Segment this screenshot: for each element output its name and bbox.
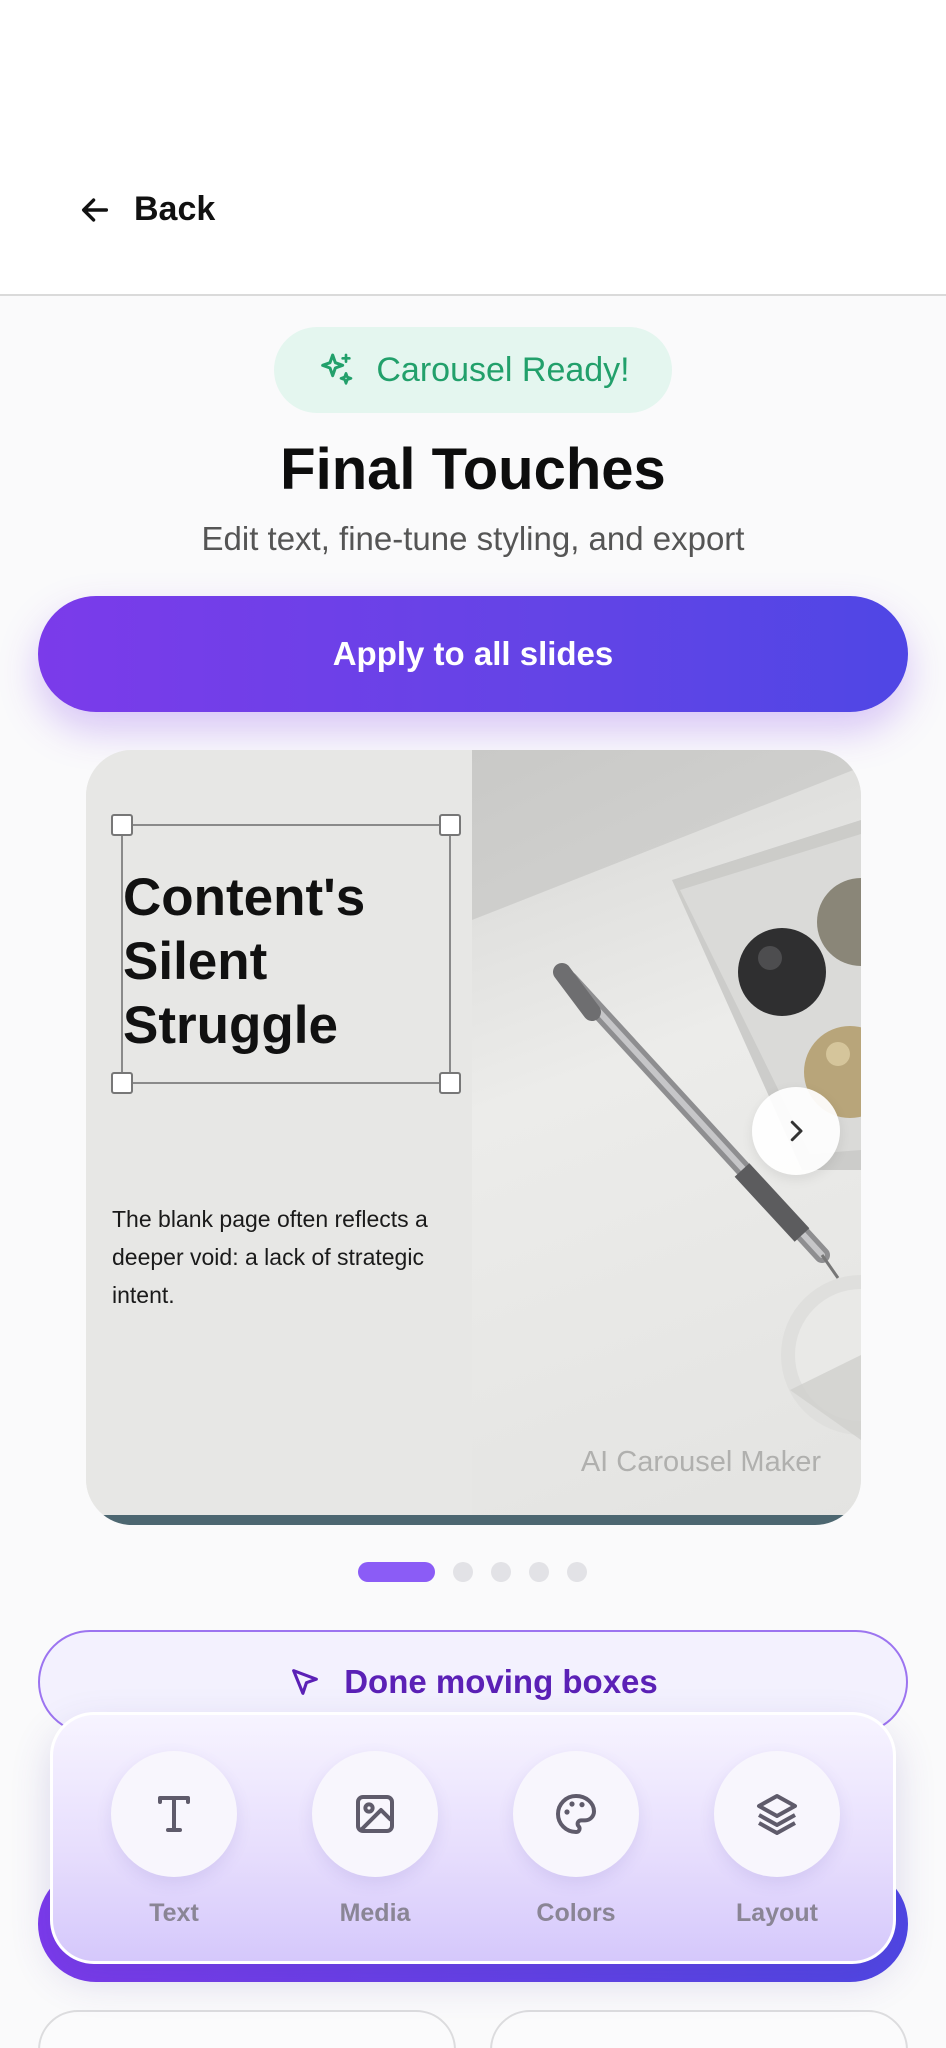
palette-icon <box>556 1794 596 1834</box>
badge-label: Carousel Ready! <box>376 350 630 389</box>
tool-layout[interactable]: Layout <box>714 1751 840 1928</box>
option-card-right <box>490 2010 908 2048</box>
resize-handle-bottom-left[interactable] <box>111 1072 133 1094</box>
apply-to-all-label: Apply to all slides <box>332 635 614 672</box>
status-badge: Carousel Ready! <box>274 327 672 413</box>
slide-bottom-bar <box>86 1515 861 1525</box>
chevron-right-icon <box>790 1120 803 1142</box>
tool-text-circle <box>111 1751 237 1877</box>
page-dot-5[interactable] <box>567 1562 587 1582</box>
cursor-pointer-icon <box>292 1669 319 1695</box>
tool-layout-label: Layout <box>736 1899 818 1927</box>
next-slide-button[interactable] <box>752 1087 840 1175</box>
tool-text[interactable]: Text <box>111 1751 237 1928</box>
text-icon <box>158 1796 190 1832</box>
slide-headline: Content's Silent Struggle <box>123 868 366 1055</box>
back-label: Back <box>134 190 216 228</box>
apply-to-all-button[interactable]: Apply to all slides <box>38 596 908 712</box>
resize-handle-bottom-right[interactable] <box>439 1072 461 1094</box>
page-subtitle: Edit text, fine-tune styling, and export <box>201 520 745 557</box>
page-dot-2[interactable] <box>453 1562 473 1582</box>
done-moving-boxes-label: Done moving boxes <box>344 1663 658 1700</box>
tool-layout-circle <box>714 1751 840 1877</box>
image-icon <box>356 1795 394 1833</box>
editing-toolbar: Text Media Colors Layout <box>50 1712 896 1964</box>
layers-icon <box>757 1794 797 1835</box>
tool-media-circle <box>312 1751 438 1877</box>
resize-handle-top-right[interactable] <box>439 814 461 836</box>
tool-colors-label: Colors <box>536 1899 616 1927</box>
back-button[interactable]: Back <box>78 190 215 229</box>
page-dot-3[interactable] <box>491 1562 511 1582</box>
slide-preview: Content's Silent Struggle The blank page… <box>86 750 861 1525</box>
option-card-left <box>38 2010 456 2048</box>
tool-colors-circle <box>513 1751 639 1877</box>
resize-handle-top-left[interactable] <box>111 814 133 836</box>
arrow-left-icon <box>81 197 109 222</box>
page-title: Final Touches <box>280 437 666 502</box>
tool-media-label: Media <box>339 1899 411 1927</box>
top-bar: Back <box>0 0 946 296</box>
tool-colors[interactable]: Colors <box>513 1751 639 1928</box>
tool-media[interactable]: Media <box>312 1751 438 1928</box>
slide-body-text[interactable]: The blank page often reflects a deeper v… <box>112 1200 462 1314</box>
pagination-dots <box>358 1561 587 1583</box>
sparkles-icon <box>321 353 353 385</box>
slide-watermark: AI Carousel Maker <box>580 1446 821 1478</box>
page-dot-1[interactable] <box>358 1562 435 1582</box>
headline-textbox[interactable]: Content's Silent Struggle <box>111 814 461 1094</box>
page-dot-4[interactable] <box>529 1562 549 1582</box>
tool-text-label: Text <box>149 1899 199 1927</box>
